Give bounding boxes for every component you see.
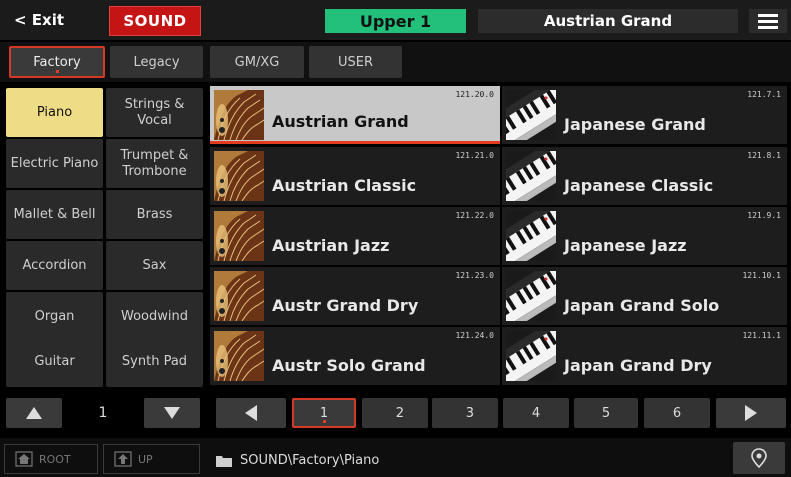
up-label: UP: [138, 452, 153, 466]
triangle-left-icon: [245, 405, 257, 421]
category-woodwind[interactable]: Woodwind: [106, 292, 203, 341]
category-guitar[interactable]: Guitar: [6, 337, 103, 387]
piano-keys-icon: [506, 331, 556, 381]
category-page-up-button[interactable]: [6, 398, 62, 428]
sound-name: Austrian Classic: [272, 176, 417, 195]
category-organ[interactable]: Organ: [6, 292, 103, 341]
page-button-2[interactable]: 2: [362, 398, 428, 428]
up-button[interactable]: UP: [103, 444, 200, 474]
sound-slot-japanese-classic[interactable]: 121.8.1 Japanese Classic: [502, 147, 787, 205]
piano-keys-icon: [506, 271, 556, 321]
category-brass[interactable]: Brass: [106, 190, 203, 239]
grand-piano-icon: [214, 211, 264, 261]
category-synth-pad[interactable]: Synth Pad: [106, 337, 203, 387]
sound-slot-japan-grand-solo[interactable]: 121.10.1 Japan Grand Solo: [502, 267, 787, 325]
sound-number: 121.9.1: [747, 211, 781, 220]
current-path: SOUND\Factory\Piano: [216, 448, 379, 472]
category-mallet-bell[interactable]: Mallet & Bell: [6, 190, 103, 239]
current-sound-name: Austrian Grand: [478, 9, 738, 33]
sound-number: 121.8.1: [747, 151, 781, 160]
category-piano[interactable]: Piano: [6, 88, 103, 137]
grand-piano-icon: [214, 271, 264, 321]
category-sax[interactable]: Sax: [106, 241, 203, 290]
category-page-number: 1: [98, 405, 108, 421]
location-pin-button[interactable]: [733, 442, 785, 474]
sound-number: 121.21.0: [455, 151, 494, 160]
sound-name: Japanese Grand: [564, 115, 706, 134]
category-strings-vocal[interactable]: Strings & Vocal: [106, 88, 203, 137]
path-text: SOUND\Factory\Piano: [240, 452, 380, 468]
sound-slot-austrian-jazz[interactable]: 121.22.0 Austrian Jazz: [210, 207, 500, 265]
triangle-right-icon: [745, 405, 757, 421]
sound-mode-button[interactable]: SOUND: [109, 6, 201, 36]
tab-factory[interactable]: Factory: [9, 46, 105, 78]
sound-name: Austrian Grand: [272, 112, 409, 131]
tab-legacy[interactable]: Legacy: [110, 46, 203, 78]
tab-user[interactable]: USER: [309, 46, 402, 78]
sound-number: 121.22.0: [455, 211, 494, 220]
piano-keys-icon: [506, 151, 556, 201]
category-accordion[interactable]: Accordion: [6, 241, 103, 290]
hamburger-menu-icon[interactable]: [749, 9, 787, 33]
page-button-4[interactable]: 4: [503, 398, 569, 428]
keyboard-part-selector[interactable]: Upper 1: [325, 9, 466, 33]
sound-name: Japan Grand Solo: [564, 296, 720, 315]
location-pin-icon: [751, 448, 767, 468]
page-button-6[interactable]: 6: [644, 398, 710, 428]
sound-number: 121.23.0: [455, 271, 494, 280]
grand-piano-icon: [214, 90, 264, 140]
triangle-down-icon: [164, 407, 180, 419]
sound-name: Austr Solo Grand: [272, 356, 426, 375]
sound-slot-japan-grand-dry[interactable]: 121.11.1 Japan Grand Dry: [502, 327, 787, 385]
piano-keys-icon: [506, 90, 556, 140]
sound-slot-japanese-jazz[interactable]: 121.9.1 Japanese Jazz: [502, 207, 787, 265]
tab-gmxg[interactable]: GM/XG: [210, 46, 304, 78]
category-page-down-button[interactable]: [144, 398, 200, 428]
exit-button[interactable]: < Exit: [4, 6, 100, 34]
folder-icon: [216, 455, 232, 467]
page-previous-button[interactable]: [216, 398, 286, 428]
sound-number: 121.20.0: [455, 90, 494, 99]
page-button-5[interactable]: 5: [574, 398, 638, 428]
sound-number: 121.11.1: [742, 331, 781, 340]
grand-piano-icon: [214, 331, 264, 381]
root-button[interactable]: ROOT: [4, 444, 98, 474]
home-icon: [15, 451, 33, 467]
folder-up-icon: [114, 451, 132, 467]
sound-slot-austrian-grand[interactable]: 121.20.0 Austrian Grand: [210, 86, 500, 144]
sound-slot-austrian-classic[interactable]: 121.21.0 Austrian Classic: [210, 147, 500, 205]
page-next-button[interactable]: [716, 398, 786, 428]
sound-slot-austr-solo-grand[interactable]: 121.24.0 Austr Solo Grand: [210, 327, 500, 385]
sound-name: Japan Grand Dry: [564, 356, 712, 375]
sound-name: Austrian Jazz: [272, 236, 390, 255]
sound-number: 121.10.1: [742, 271, 781, 280]
sound-name: Austr Grand Dry: [272, 296, 419, 315]
sound-slot-austr-grand-dry[interactable]: 121.23.0 Austr Grand Dry: [210, 267, 500, 325]
root-label: ROOT: [39, 452, 71, 466]
sound-name: Japanese Classic: [564, 176, 714, 195]
grand-piano-icon: [214, 151, 264, 201]
sound-number: 121.7.1: [747, 90, 781, 99]
page-button-1[interactable]: 1: [292, 398, 356, 428]
piano-keys-icon: [506, 211, 556, 261]
category-trumpet-trombone[interactable]: Trumpet & Trombone: [106, 139, 203, 188]
category-electric-piano[interactable]: Electric Piano: [6, 139, 103, 188]
sound-number: 121.24.0: [455, 331, 494, 340]
page-button-3[interactable]: 3: [432, 398, 498, 428]
sound-name: Japanese Jazz: [564, 236, 687, 255]
sound-slot-japanese-grand[interactable]: 121.7.1 Japanese Grand: [502, 86, 787, 144]
triangle-up-icon: [26, 407, 42, 419]
